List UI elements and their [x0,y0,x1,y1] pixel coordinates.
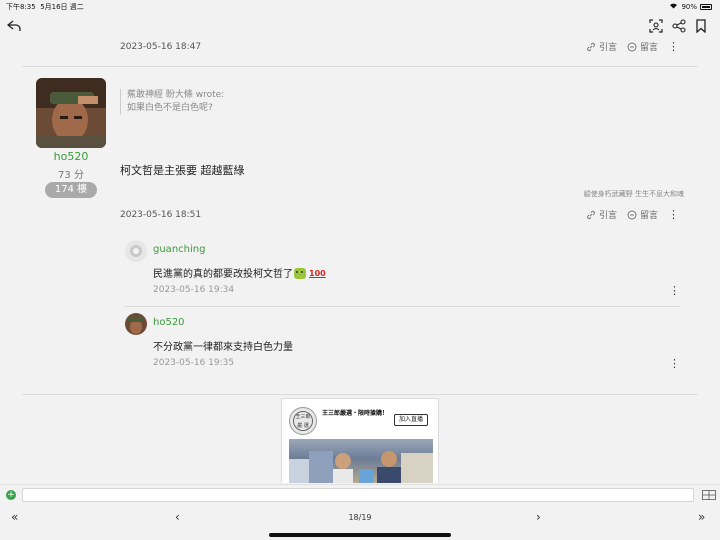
post-actions: 引言 留言 ⋮ [586,208,679,221]
reply-item: ho520 不分政黨一律都來支持白色力量 2023-05-16 19:35 ⋮ [125,313,680,373]
author-name[interactable]: ho520 [36,150,106,163]
home-indicator [269,533,451,537]
status-right: 90% [669,2,712,11]
reply-avatar[interactable] [125,313,147,335]
post-date: 2023-05-16 18:51 [120,210,202,220]
quoted-message: 蕉敢神經 盼大條 wrote: 如果白色不是白色呢? [120,89,224,115]
link-icon [587,42,595,51]
status-bar: 下午8:35 5月16日 週二 90% [0,0,720,12]
post-divider [22,66,698,67]
ad-logo-line1: 王三郎 [295,414,311,420]
status-time: 下午8:35 [6,3,36,11]
quote-header: 蕉敢神經 盼大條 wrote: [127,90,225,100]
reply-item: guanching 民進黨的真的都要改投柯文哲了 100 2023-05-16 1… [125,240,680,302]
quote-label: 引言 [598,211,617,221]
last-page-button[interactable]: » [698,510,705,524]
wifi-icon [669,2,678,11]
battery-icon [700,3,712,10]
reply-input-bar: + [0,484,720,504]
frog-emoji-icon [294,268,306,279]
emoji-grid-icon[interactable] [702,490,716,500]
first-page-button[interactable]: « [11,510,18,524]
scan-icon[interactable] [646,16,666,36]
status-date: 5月16日 週二 [40,3,84,11]
reply-date: 2023-05-16 19:35 [153,358,235,368]
post-meta-row: 2023-05-16 18:47 引言 留言 ⋮ [120,40,686,56]
battery-percent: 90% [681,2,697,11]
ad-cta-button[interactable]: 加入直播 [394,414,428,426]
next-page-button[interactable]: › [536,510,541,524]
advertisement[interactable]: 王三郎 嚴 選 王三郎嚴選・限時搶購！ 加入直播 [281,398,439,483]
more-options-icon[interactable]: ⋮ [669,284,680,297]
author-score: 73 分 [58,170,84,181]
post-body: 柯文哲是主張要 超越藍綠 [120,164,245,177]
prev-page-button[interactable]: ‹ [175,510,180,524]
back-icon[interactable] [4,16,24,36]
quote-button[interactable]: 引言 [586,208,617,221]
post-signature: 縱使身朽武藏野 生生不息大和魂 [583,190,684,198]
ad-logo-line2: 嚴 選 [297,423,309,429]
reply-date: 2023-05-16 19:34 [153,285,235,295]
author-avatar[interactable] [36,78,106,148]
reply-text: 不分政黨一律都來支持白色力量 [153,342,293,353]
reply-author[interactable]: ho520 [153,317,185,328]
reply-button[interactable]: 留言 [627,40,658,53]
reply-divider [125,306,680,307]
reply-label: 留言 [639,43,658,53]
post-actions: 引言 留言 ⋮ [586,40,679,53]
reply-input[interactable] [22,488,694,502]
page-indicator[interactable]: 18/19 [340,513,380,522]
reply-avatar[interactable] [125,240,147,262]
post-date: 2023-05-16 18:47 [120,42,202,52]
post-meta-row: 2023-05-16 18:51 引言 留言 ⋮ [120,208,686,224]
hundred-badge: 100 [309,269,326,278]
post-divider [22,394,698,395]
ad-logo-text: 王三郎 嚴 選 [293,411,313,431]
top-nav [0,12,720,40]
reply-button[interactable]: 留言 [627,208,658,221]
status-time-date: 下午8:35 5月16日 週二 [6,2,84,12]
ad-title: 王三郎嚴選・限時搶購！ [322,410,389,417]
link-icon [587,210,595,219]
comment-icon [627,42,637,51]
quote-text: 如果白色不是白色呢? [127,103,213,113]
ad-image [289,439,433,483]
reply-text: 民進黨的真的都要改投柯文哲了 [153,269,293,280]
quote-label: 引言 [598,43,617,53]
reply-label: 留言 [639,211,658,221]
reply-author[interactable]: guanching [153,244,205,255]
thread-content: 2023-05-16 18:47 引言 留言 ⋮ ho520 73 分 174 … [0,40,720,483]
comment-icon [627,210,637,219]
bookmark-icon[interactable] [691,16,711,36]
reply-text-row: 民進黨的真的都要改投柯文哲了 100 [153,265,326,280]
pagination-bar: « ‹ 18/19 › » [0,504,720,540]
more-options-icon[interactable]: ⋮ [668,40,679,53]
add-icon[interactable]: + [6,490,16,500]
quote-button[interactable]: 引言 [586,40,617,53]
more-options-icon[interactable]: ⋮ [669,357,680,370]
share-icon[interactable] [669,16,689,36]
more-options-icon[interactable]: ⋮ [668,208,679,221]
floor-badge: 174 樓 [45,182,97,198]
ad-logo: 王三郎 嚴 選 [289,407,317,435]
